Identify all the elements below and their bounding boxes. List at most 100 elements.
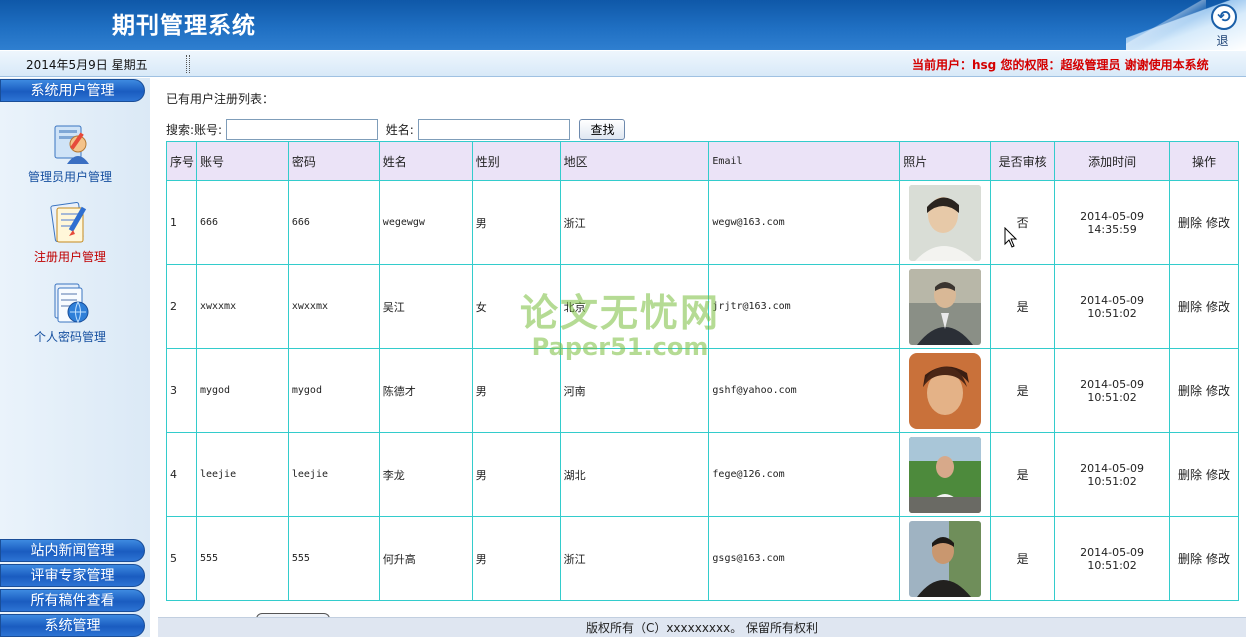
col-header-name: 姓名 — [378, 141, 473, 181]
cell-photo — [899, 432, 992, 517]
delete-link[interactable]: 删除 — [1178, 384, 1202, 398]
cell-no: 1 — [166, 180, 197, 265]
nav-system-management[interactable]: 系统管理 — [0, 614, 145, 637]
cell-approved: 是 — [990, 432, 1056, 517]
user-table: 序号 账号 密码 姓名 性别 地区 Email 照片 是否审核 添加时间 操作 … — [166, 141, 1239, 601]
cell-region: 北京 — [559, 264, 710, 349]
search-button[interactable]: 查找 — [579, 119, 626, 140]
edit-link[interactable]: 修改 — [1206, 552, 1230, 566]
cell-email: jrjtr@163.com — [708, 264, 901, 349]
cell-approved: 是 — [990, 348, 1056, 433]
exit-icon: ⟲ — [1211, 4, 1237, 30]
main-content: 已有用户注册列表： 搜索:账号: 姓名: 查找 序号 账号 密码 姓名 性别 地… — [158, 78, 1246, 618]
table-row: 3 mygod mygod 陈德才 男 河南 gshf@yahoo.com 是 … — [166, 348, 1239, 433]
delete-link[interactable]: 删除 — [1178, 468, 1202, 482]
cell-added-time: 2014-05-09 10:51:02 — [1054, 264, 1171, 349]
cell-email: wegw@163.com — [708, 180, 901, 265]
nav-news-management[interactable]: 站内新闻管理 — [0, 539, 145, 562]
sidebar-item-admin-users[interactable]: 管理员用户管理 — [14, 120, 126, 185]
cell-region: 浙江 — [559, 180, 710, 265]
sidebar-item-password[interactable]: 个人密码管理 — [14, 280, 126, 345]
cell-email: gshf@yahoo.com — [708, 348, 901, 433]
registered-user-icon — [45, 200, 95, 246]
cell-no: 5 — [166, 516, 197, 601]
cell-added-time: 2014-05-09 10:51:02 — [1054, 348, 1171, 433]
cell-account: mygod — [195, 348, 289, 433]
footer: 版权所有（C）xxxxxxxxx。 保留所有权利 — [158, 617, 1246, 637]
cell-gender: 女 — [471, 264, 561, 349]
current-user-info: 当前用户：hsg 您的权限：超级管理员 谢谢使用本系统 — [912, 58, 1209, 72]
cell-email: fege@126.com — [708, 432, 901, 517]
account-search-input[interactable] — [225, 119, 378, 140]
nav-all-manuscripts[interactable]: 所有稿件查看 — [0, 589, 145, 612]
col-header-no: 序号 — [166, 141, 197, 181]
cell-no: 4 — [166, 432, 197, 517]
edit-link[interactable]: 修改 — [1206, 384, 1230, 398]
added-date: 2014-05-09 — [1080, 461, 1145, 475]
edit-link[interactable]: 修改 — [1206, 300, 1230, 314]
added-date: 2014-05-09 — [1080, 377, 1145, 391]
exit-button[interactable]: ⟲ 退 出 — [1206, 4, 1242, 50]
added-date: 2014-05-09 — [1080, 545, 1145, 559]
delete-link[interactable]: 删除 — [1178, 552, 1202, 566]
added-time: 10:51:02 — [1087, 306, 1137, 320]
col-header-approved: 是否审核 — [990, 141, 1056, 181]
man-in-suit-photo[interactable] — [909, 268, 982, 345]
cell-password: 666 — [287, 180, 380, 265]
added-date: 2014-05-09 — [1080, 293, 1145, 307]
young-man-photo[interactable] — [909, 184, 982, 261]
delete-link[interactable]: 删除 — [1178, 216, 1202, 230]
man-outdoors-photo[interactable] — [909, 436, 982, 513]
name-search-input[interactable] — [417, 119, 570, 140]
cell-gender: 男 — [471, 516, 561, 601]
col-header-region: 地区 — [559, 141, 710, 181]
exit-label: 退 出 — [1216, 34, 1232, 48]
cell-account: xwxxmx — [195, 264, 289, 349]
cell-approved: 是 — [990, 516, 1056, 601]
current-date: 2014年5月9日 星期五 — [26, 58, 148, 72]
info-bar: 2014年5月9日 星期五 当前用户：hsg 您的权限：超级管理员 谢谢使用本系… — [0, 51, 1246, 77]
cell-name: 吴江 — [378, 264, 473, 349]
password-icon — [45, 280, 95, 326]
man-outdoors-photo-2[interactable] — [909, 520, 982, 597]
added-time: 10:51:02 — [1087, 558, 1137, 572]
list-caption: 已有用户注册列表： — [166, 92, 275, 106]
edit-link[interactable]: 修改 — [1206, 216, 1230, 230]
cell-photo — [899, 180, 992, 265]
mouse-cursor-icon — [1004, 226, 1018, 252]
nav-expert-management[interactable]: 评审专家管理 — [0, 564, 145, 587]
table-row: 5 555 555 何升高 男 浙江 gsgs@163.com 是 2014-0… — [166, 516, 1239, 601]
cell-photo — [899, 348, 992, 433]
cell-added-time: 2014-05-09 10:51:02 — [1054, 516, 1171, 601]
cell-password: 555 — [287, 516, 380, 601]
copyright-text: 版权所有（C）xxxxxxxxx。 保留所有权利 — [585, 621, 819, 635]
cell-region: 湖北 — [559, 432, 710, 517]
app-title: 期刊管理系统 — [112, 13, 256, 39]
cell-name: 李龙 — [378, 432, 473, 517]
cell-name: 何升高 — [378, 516, 473, 601]
nav-system-user-management[interactable]: 系统用户管理 — [0, 79, 145, 102]
added-time: 10:51:02 — [1087, 390, 1137, 404]
sidebar-item-registered-users[interactable]: 注册用户管理 — [14, 200, 126, 265]
cell-approved: 否 — [990, 180, 1056, 265]
cell-account: 555 — [195, 516, 289, 601]
cell-gender: 男 — [471, 432, 561, 517]
added-date: 2014-05-09 — [1080, 209, 1145, 223]
col-header-email: Email — [708, 141, 901, 181]
cell-region: 河南 — [559, 348, 710, 433]
cell-actions: 删除 修改 — [1169, 348, 1239, 433]
added-time: 14:35:59 — [1087, 222, 1137, 236]
header-decoration-2 — [1126, 0, 1206, 50]
table-row: 2 xwxxmx xwxxmx 吴江 女 北京 jrjtr@163.com 是 … — [166, 264, 1239, 349]
col-header-gender: 性别 — [471, 141, 561, 181]
cell-added-time: 2014-05-09 10:51:02 — [1054, 432, 1171, 517]
table-row: 1 666 666 wegewgw 男 浙江 wegw@163.com 否 20… — [166, 180, 1239, 265]
cell-photo — [899, 516, 992, 601]
delete-link[interactable]: 删除 — [1178, 300, 1202, 314]
young-man-portrait-photo[interactable] — [909, 352, 982, 429]
cell-actions: 删除 修改 — [1169, 180, 1239, 265]
added-time: 10:51:02 — [1087, 474, 1137, 488]
splitter-handle[interactable] — [186, 55, 190, 73]
admin-user-icon — [45, 120, 95, 166]
edit-link[interactable]: 修改 — [1206, 468, 1230, 482]
